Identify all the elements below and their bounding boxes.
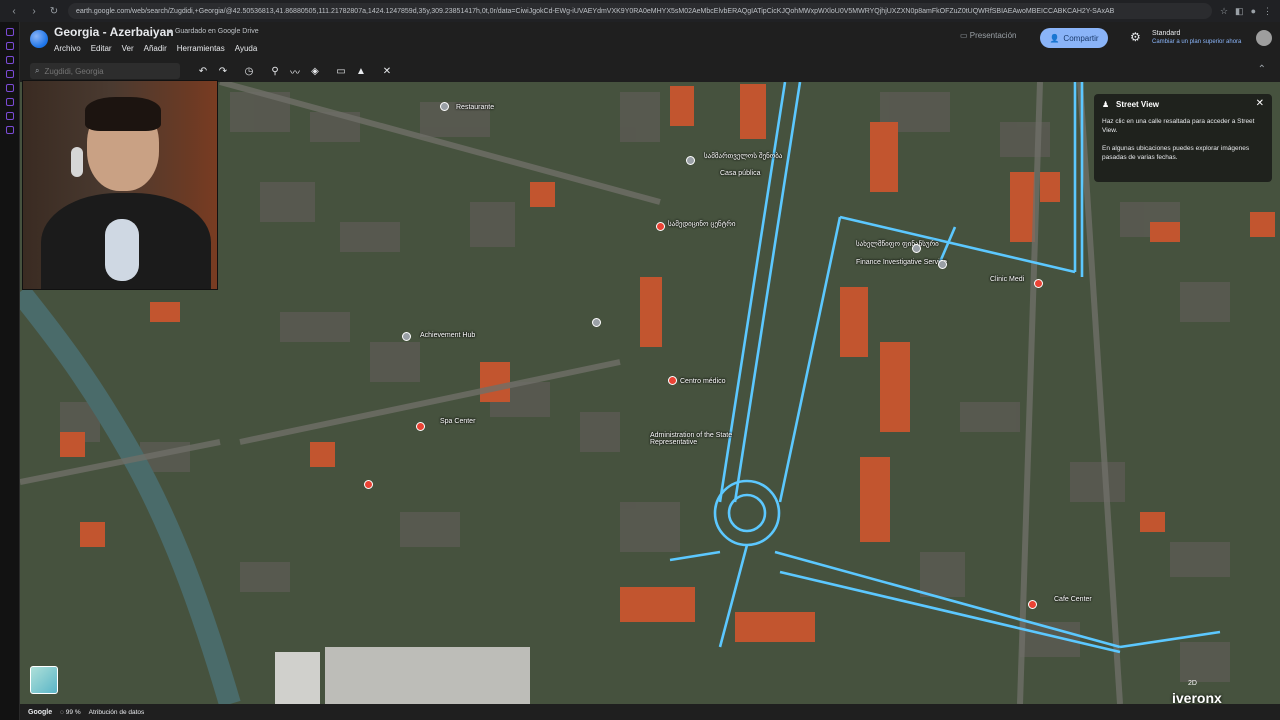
label-georgian-3[interactable]: სახელმწიფო ფინანსური <box>856 240 939 248</box>
saved-status-text: Guardado en Google Drive <box>174 28 259 35</box>
search-box[interactable]: ⌕ <box>30 63 180 79</box>
label-casa-publica[interactable]: Casa pública <box>720 170 760 177</box>
strip-icon-2[interactable] <box>5 42 14 50</box>
layers-icon[interactable]: ◈ <box>306 63 324 79</box>
place-pin[interactable] <box>416 422 425 431</box>
label-spa[interactable]: Spa Center <box>440 418 475 425</box>
data-attribution-link[interactable]: Atribución de datos <box>89 709 145 716</box>
image-icon[interactable]: ▲ <box>352 63 370 79</box>
google-attribution: Google <box>28 708 53 716</box>
url-text: earth.google.com/web/search/Zugdidi,+Geo… <box>76 7 1115 15</box>
headset-icon <box>71 147 83 177</box>
menu-herramientas[interactable]: Herramientas <box>177 44 225 53</box>
extension-icon[interactable]: ◧ <box>1235 6 1244 17</box>
reload-icon[interactable]: ↻ <box>48 6 60 17</box>
place-pin[interactable] <box>440 102 449 111</box>
webcam-overlay <box>22 80 218 290</box>
strip-icon-4[interactable] <box>5 70 14 78</box>
label-finance[interactable]: Finance Investigative Service <box>856 259 947 266</box>
streetview-text-2: En algunas ubicaciones puedes explorar i… <box>1102 144 1250 162</box>
path-icon[interactable]: 〰 <box>286 63 304 79</box>
strip-icon-3[interactable] <box>5 56 14 64</box>
mode-toggle[interactable]: 2D <box>1188 680 1197 687</box>
strip-icon-8[interactable] <box>5 126 14 134</box>
menu-dots-icon[interactable]: ⋮ <box>1263 6 1272 17</box>
place-pin[interactable] <box>938 260 947 269</box>
plan-upgrade-link[interactable]: Cambiar a un plan superior ahora <box>1152 39 1241 45</box>
webcam-person-hair <box>85 97 161 131</box>
saved-status: ☁ Guardado en Google Drive <box>166 28 259 35</box>
loading-value: 99 % <box>65 708 81 716</box>
loading-indicator: ◌ 99 % <box>60 708 81 716</box>
account-plan[interactable]: Standard Cambiar a un plan superior ahor… <box>1152 30 1241 45</box>
undo-icon[interactable]: ↶ <box>194 63 212 79</box>
streetview-panel: ♟ Street View ✕ Haz clic en una calle re… <box>1094 94 1272 182</box>
menu-ayuda[interactable]: Ayuda <box>235 44 258 53</box>
label-clinic-medi[interactable]: Clinic Medi <box>990 276 1024 283</box>
present-label: Presentación <box>969 31 1017 40</box>
microphone-icon <box>105 219 139 281</box>
status-bar: Google ◌ 99 % Atribución de datos <box>20 704 1280 720</box>
label-georgian-1[interactable]: სამმართველოს შენობა <box>704 152 782 160</box>
menu-ver[interactable]: Ver <box>122 44 134 53</box>
strip-icon-6[interactable] <box>5 98 14 106</box>
gear-icon[interactable]: ⚙ <box>1130 30 1141 44</box>
share-label: Compartir <box>1063 33 1099 43</box>
browser-actions: ☆ ◧ ● ⋮ <box>1220 6 1272 17</box>
google-earth-logo-icon[interactable] <box>30 30 48 48</box>
menu-archivo[interactable]: Archivo <box>54 44 81 53</box>
present-button[interactable]: ▭ Presentación <box>960 31 1016 40</box>
place-pin[interactable] <box>592 318 601 327</box>
share-button[interactable]: 👤 Compartir <box>1040 28 1108 48</box>
redo-icon[interactable]: ↷ <box>214 63 232 79</box>
place-pin[interactable] <box>364 480 373 489</box>
menu-editar[interactable]: Editar <box>91 44 112 53</box>
strip-icon-1[interactable] <box>5 28 14 36</box>
history-icon[interactable]: ◷ <box>240 63 258 79</box>
label-administration[interactable]: Administration of the State Representati… <box>650 432 740 446</box>
place-pin[interactable] <box>668 376 677 385</box>
close-icon[interactable]: ✕ <box>1256 98 1264 109</box>
label-achievement-hub[interactable]: Achievement Hub <box>420 332 475 339</box>
label-cafe-center[interactable]: Cafe Center <box>1054 596 1092 603</box>
placemark-icon[interactable]: ⚲ <box>266 63 284 79</box>
strip-icon-5[interactable] <box>5 84 14 92</box>
menu-bar: Archivo Editar Ver Añadir Herramientas A… <box>54 44 257 53</box>
label-centro-medico[interactable]: Centro médico <box>680 378 726 385</box>
search-input[interactable] <box>44 66 165 76</box>
strip-icon-7[interactable] <box>5 112 14 120</box>
place-pin[interactable] <box>402 332 411 341</box>
avatar[interactable] <box>1256 30 1272 46</box>
streetview-text-1: Haz clic en una calle resaltada para acc… <box>1102 118 1255 135</box>
person-add-icon: 👤 <box>1049 33 1060 43</box>
browser-toolbar: ‹ › ↻ earth.google.com/web/search/Zugdid… <box>0 0 1280 22</box>
back-arrow-icon[interactable]: ‹ <box>8 6 20 17</box>
map-toolbar: ⌕ ↶ ↷ ◷ ⚲ 〰 ◈ ▭ ▲ ✕ ⌃ <box>20 60 1280 82</box>
label-restaurante[interactable]: Restaurante <box>456 104 494 111</box>
search-icon: ⌕ <box>35 66 40 75</box>
menu-anadir[interactable]: Añadir <box>144 44 167 53</box>
plan-label: Standard <box>1152 30 1181 37</box>
profile-icon[interactable]: ● <box>1251 6 1256 17</box>
place-pin[interactable] <box>686 156 695 165</box>
measure-icon[interactable]: ✕ <box>378 63 396 79</box>
ruler-icon[interactable]: ▭ <box>332 63 350 79</box>
left-sidebar-strip <box>0 22 20 720</box>
place-pin[interactable] <box>656 222 665 231</box>
address-bar[interactable]: earth.google.com/web/search/Zugdidi,+Geo… <box>68 3 1212 19</box>
place-pin[interactable] <box>1028 600 1037 609</box>
bookmark-icon[interactable]: ☆ <box>1220 6 1228 17</box>
pegman-icon: ♟ <box>1102 100 1110 109</box>
app-header: Georgia - Azerbaiyan ☁ Guardado en Googl… <box>20 22 1280 60</box>
map-style-thumbnail[interactable] <box>30 666 58 694</box>
streetview-title: Street View <box>1116 100 1159 109</box>
project-title[interactable]: Georgia - Azerbaiyan <box>54 25 174 39</box>
label-georgian-2[interactable]: სამედიცინო ცენტრი <box>668 220 735 228</box>
place-pin[interactable] <box>1034 279 1043 288</box>
chevron-up-icon[interactable]: ⌃ <box>1258 64 1266 75</box>
place-pin[interactable] <box>912 244 921 253</box>
forward-arrow-icon[interactable]: › <box>28 6 40 17</box>
